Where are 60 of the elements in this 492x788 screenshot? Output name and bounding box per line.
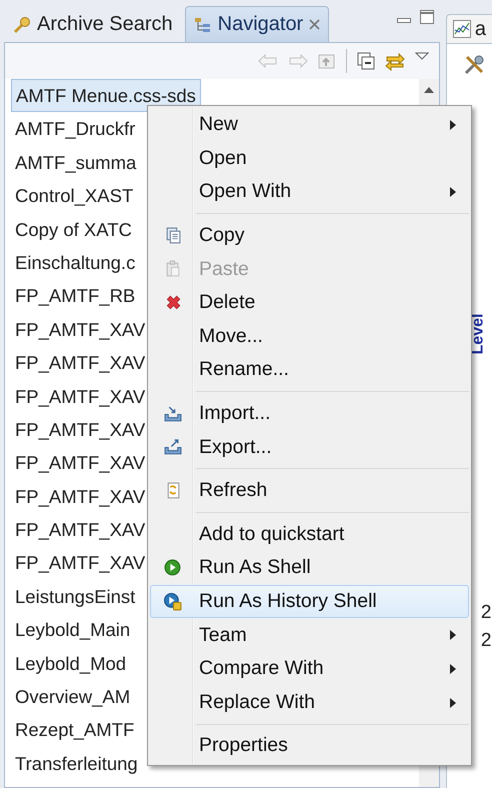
axis-value: 2: [480, 602, 492, 625]
paste-icon: [164, 260, 182, 278]
history-run-icon: [164, 592, 182, 611]
menu-item[interactable]: Properties: [150, 729, 469, 763]
file-item[interactable]: Transferleitung: [11, 746, 142, 780]
tree-icon: [194, 16, 212, 32]
menu-item[interactable]: Team: [150, 618, 469, 652]
file-item[interactable]: FP_AMTF_XAV: [11, 480, 150, 514]
file-item[interactable]: FP_AMTF_XAV: [11, 412, 150, 446]
file-item[interactable]: FP_AMTF_XAV: [11, 380, 150, 413]
file-item[interactable]: FP_AMTF_XAV: [11, 513, 150, 546]
menu-item[interactable]: Run As Shell: [150, 551, 469, 585]
file-item[interactable]: Control_XAST: [11, 179, 138, 213]
file-item[interactable]: AMTF_Druckfr: [11, 112, 140, 146]
menu-item[interactable]: Delete: [150, 286, 469, 320]
file-item[interactable]: Rezept_AMTF: [11, 713, 138, 747]
key-icon: [13, 16, 31, 34]
file-item[interactable]: FP_AMTF_XAV: [11, 312, 150, 346]
minimize-icon[interactable]: [396, 18, 411, 24]
menu-item[interactable]: Import...: [150, 396, 469, 430]
menu-item[interactable]: Open With: [150, 175, 469, 209]
axis-value: 2: [480, 630, 492, 653]
export-icon: [164, 438, 182, 456]
file-item[interactable]: Leybold_Main: [11, 613, 134, 647]
file-item[interactable]: LeistungsEinst: [11, 580, 140, 614]
menu-item[interactable]: Compare With: [150, 652, 469, 686]
file-item[interactable]: AMTF Menue.css-sds: [11, 79, 201, 112]
close-icon[interactable]: [309, 19, 320, 30]
file-item[interactable]: Copy of XATC: [11, 212, 136, 246]
file-item[interactable]: FP_AMTF_XAV: [11, 546, 150, 580]
file-item[interactable]: Overview_AM: [11, 680, 134, 714]
menu-item[interactable]: Add to quickstart: [150, 518, 469, 552]
file-item[interactable]: AMTF_summa: [11, 146, 140, 180]
chart-icon: [452, 20, 471, 38]
view-tab[interactable]: Archive Search: [4, 6, 182, 42]
file-item[interactable]: FP_AMTF_RB: [11, 279, 140, 313]
file-item[interactable]: FP_AMTF_XAV: [11, 346, 150, 380]
view-tab[interactable]: a: [446, 14, 492, 44]
menu-item[interactable]: Export...: [150, 430, 469, 464]
menu-item[interactable]: Replace With: [150, 686, 469, 720]
import-icon: [164, 404, 182, 423]
menu-item[interactable]: Rename...: [150, 353, 469, 387]
menu-item[interactable]: Run As History Shell: [150, 584, 469, 618]
file-item[interactable]: Einschaltung.c: [11, 246, 140, 280]
menu-item[interactable]: Open: [150, 142, 469, 176]
tools-icon[interactable]: [462, 54, 485, 76]
menu-item[interactable]: Refresh: [150, 474, 469, 508]
menu-item[interactable]: Copy: [150, 218, 469, 252]
view-tab[interactable]: Navigator: [184, 6, 330, 42]
file-item[interactable]: Leybold_Mod: [11, 646, 130, 680]
link-arrows-icon[interactable]: [384, 51, 405, 71]
maximize-icon[interactable]: [420, 10, 434, 24]
delete-icon: [164, 294, 182, 312]
copy-icon: [164, 226, 182, 245]
collapse-all-icon[interactable]: [356, 52, 375, 70]
run-icon: [164, 558, 182, 577]
scroll-up-icon[interactable]: [424, 87, 434, 93]
axis-label: Level: [470, 312, 487, 356]
menu-item[interactable]: Move...: [150, 320, 469, 354]
file-item[interactable]: FP_AMTF_XAV: [11, 446, 150, 480]
